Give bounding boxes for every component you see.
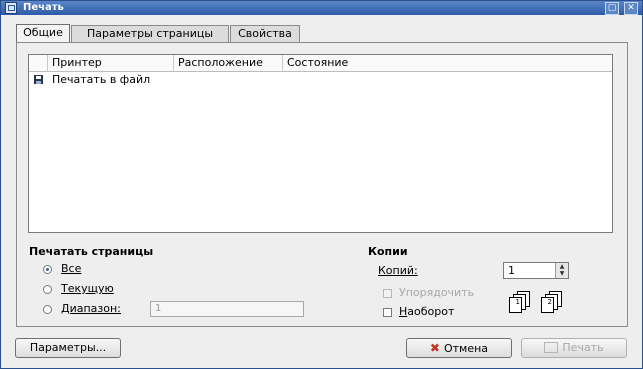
reverse-label: Наоборот: [399, 305, 455, 318]
spin-down-icon[interactable]: ▼: [556, 270, 568, 277]
column-location[interactable]: Расположение: [173, 55, 282, 71]
copies-spinbox[interactable]: 1 ▲ ▼: [503, 262, 569, 279]
copies-label: Копий:: [378, 264, 418, 277]
radio-all[interactable]: [43, 265, 52, 274]
printer-name: Печатать в файл: [52, 73, 151, 86]
column-printer[interactable]: Принтер: [47, 55, 173, 71]
print-dialog: Печать ▢ ✕ Общие Параметры страницы Свой…: [0, 0, 643, 369]
cancel-x-icon: ✖: [429, 341, 440, 355]
floppy-disk-icon: [34, 75, 43, 84]
params-button[interactable]: Параметры...: [15, 338, 121, 358]
cancel-label: Отмена: [443, 342, 489, 355]
copies-heading: Копии: [368, 245, 408, 258]
title-bar[interactable]: Печать ▢ ✕: [1, 1, 642, 15]
window-title: Печать: [23, 2, 64, 13]
printer-icon: [544, 341, 559, 353]
spin-up-icon[interactable]: ▲: [556, 263, 568, 270]
radio-current-label[interactable]: Текущую: [61, 282, 114, 295]
copies-value[interactable]: 1: [508, 263, 515, 278]
print-button[interactable]: Печать: [521, 338, 627, 358]
column-status[interactable]: Состояние: [282, 55, 612, 71]
collate-page-1: 1: [509, 297, 522, 313]
range-input[interactable]: 1: [150, 301, 304, 317]
tab-properties[interactable]: Свойства: [230, 25, 300, 42]
print-pages-heading: Печатать страницы: [29, 245, 154, 258]
radio-range-label[interactable]: Диапазон:: [61, 302, 121, 315]
radio-range[interactable]: [43, 305, 52, 314]
print-window-icon: [5, 2, 17, 14]
restore-icon[interactable]: ▢: [605, 2, 619, 15]
radio-current[interactable]: [43, 285, 52, 294]
printer-list[interactable]: Принтер Расположение Состояние Печатать …: [28, 54, 613, 233]
collate-checkbox[interactable]: [383, 289, 392, 298]
collate-label: Упорядочить: [399, 286, 475, 299]
tab-page-setup[interactable]: Параметры страницы: [71, 25, 229, 42]
collate-page-2: 2: [541, 297, 554, 313]
close-icon[interactable]: ✕: [624, 2, 638, 15]
copies-spin-buttons[interactable]: ▲ ▼: [555, 263, 568, 278]
tab-general[interactable]: Общие: [16, 24, 70, 43]
reverse-checkbox[interactable]: [383, 308, 392, 317]
printer-row-print-to-file[interactable]: Печатать в файл: [29, 72, 612, 88]
print-label: Печать: [562, 341, 604, 354]
radio-all-label[interactable]: Все: [61, 262, 81, 275]
printer-list-header: Принтер Расположение Состояние: [29, 55, 612, 72]
cancel-button[interactable]: ✖ Отмена: [406, 338, 512, 358]
